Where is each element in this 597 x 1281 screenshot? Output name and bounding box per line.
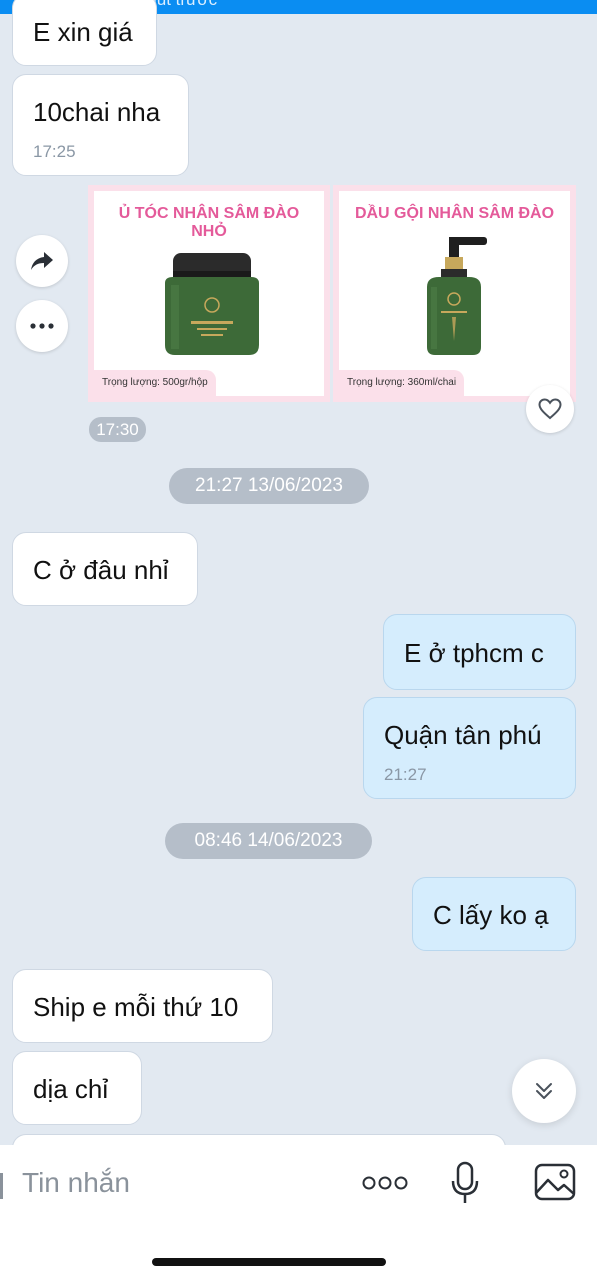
product-weight: Trọng lượng: 500gr/hộp <box>94 370 216 396</box>
message-outgoing[interactable]: Quận tân phú 21:27 <box>363 697 576 799</box>
product-image-card[interactable]: DẦU GỘI NHÂN SÂM ĐÀO Trọng lượng: 360ml/… <box>333 185 576 402</box>
message-text: E xin giá <box>33 17 133 47</box>
shampoo-bottle-image <box>427 237 487 355</box>
message-outgoing[interactable]: E ở tphcm c <box>383 614 576 690</box>
message-text: C lấy ko ạ <box>433 900 549 930</box>
date-separator: 08:46 14/06/2023 <box>165 823 372 859</box>
image-icon[interactable] <box>534 1163 576 1201</box>
message-text: Quận tân phú <box>384 720 542 750</box>
hair-mask-jar-image <box>165 253 259 355</box>
message-outgoing[interactable]: C lấy ko ạ <box>412 877 576 951</box>
product-image-card[interactable]: Ủ TÓC NHÂN SÂM ĐÀO NHỎ Trọng lượng: 500g… <box>88 185 330 402</box>
message-input[interactable]: Tin nhắn <box>22 1167 130 1199</box>
message-incoming[interactable]: dịa chỉ <box>12 1051 142 1125</box>
more-button[interactable] <box>16 300 68 352</box>
product-title: DẦU GỘI NHÂN SÂM ĐÀO <box>354 205 555 222</box>
message-text: C ở đâu nhỉ <box>33 555 169 585</box>
home-indicator <box>152 1258 386 1266</box>
message-text: 10chai nha <box>33 97 161 127</box>
product-title: Ủ TÓC NHÂN SÂM ĐÀO NHỎ <box>118 205 300 240</box>
message-time: 17:25 <box>33 142 76 161</box>
message-text: Ship e mỗi thứ 10 <box>33 992 239 1022</box>
heart-icon <box>538 398 562 420</box>
microphone-icon[interactable] <box>450 1161 480 1205</box>
more-dots-icon <box>30 323 54 329</box>
text-caret <box>0 1173 3 1199</box>
forward-button[interactable] <box>16 235 68 287</box>
message-time: 21:27 <box>384 765 427 784</box>
chevron-double-down-icon <box>536 1083 552 1099</box>
message-incoming[interactable]: Ship e mỗi thứ 10 <box>12 969 273 1043</box>
message-incoming[interactable]: C ở đâu nhỉ <box>12 532 198 606</box>
date-separator: 21:27 13/06/2023 <box>169 468 369 504</box>
message-incoming[interactable]: E xin giá <box>12 0 157 66</box>
ellipsis-circles-icon[interactable] <box>362 1175 408 1191</box>
like-button[interactable] <box>526 385 574 433</box>
message-text: dịa chỉ <box>33 1074 109 1104</box>
product-weight: Trọng lượng: 360ml/chai <box>339 370 465 396</box>
message-incoming[interactable]: 10chai nha 17:25 <box>12 74 189 176</box>
message-time: 17:30 <box>89 417 146 442</box>
message-text: E ở tphcm c <box>404 638 544 668</box>
scroll-to-bottom-button[interactable] <box>512 1059 576 1123</box>
share-arrow-icon <box>31 252 53 270</box>
